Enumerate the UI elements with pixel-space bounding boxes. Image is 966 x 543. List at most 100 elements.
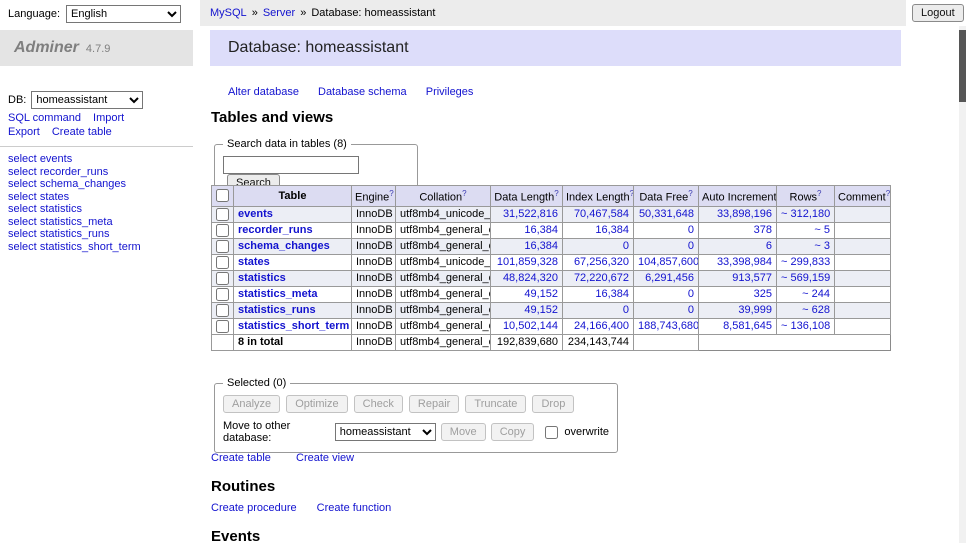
auto-increment-link[interactable]: 378 — [754, 224, 772, 236]
sidebar-select-link[interactable]: select — [8, 203, 37, 215]
adminer-logo-link[interactable]: Adminer — [14, 39, 79, 57]
language-select[interactable]: English — [66, 5, 181, 23]
help-link[interactable]: ? — [688, 189, 692, 198]
create-table-link-sidebar[interactable]: Create table — [52, 126, 112, 138]
sidebar-select-link[interactable]: select — [8, 178, 37, 190]
data-length-link[interactable]: 16,384 — [524, 224, 558, 236]
table-name-link[interactable]: states — [238, 256, 270, 268]
create-table-link[interactable]: Create table — [211, 452, 271, 464]
auto-increment-link[interactable]: 325 — [754, 288, 772, 300]
move-db-select[interactable]: homeassistant — [335, 423, 436, 441]
sidebar-table-link[interactable]: recorder_runs — [40, 166, 108, 178]
table-name-link[interactable]: recorder_runs — [238, 224, 313, 236]
auto-increment-link[interactable]: 33,398,984 — [717, 256, 772, 268]
auto-increment-link[interactable]: 6 — [766, 240, 772, 252]
table-name-link[interactable]: events — [238, 208, 273, 220]
row-checkbox[interactable] — [216, 256, 229, 269]
scrollbar-thumb[interactable] — [959, 30, 966, 102]
index-length-link[interactable]: 0 — [623, 304, 629, 316]
rows-link[interactable]: ~ 244 — [802, 288, 830, 300]
data-length-link[interactable]: 101,859,328 — [497, 256, 558, 268]
database-schema-link[interactable]: Database schema — [318, 86, 407, 98]
rows-link[interactable]: ~ 5 — [814, 224, 830, 236]
data-length-link[interactable]: 49,152 — [524, 288, 558, 300]
table-name-link[interactable]: statistics_meta — [238, 288, 318, 300]
search-input[interactable] — [223, 156, 359, 174]
privileges-link[interactable]: Privileges — [426, 86, 474, 98]
import-link[interactable]: Import — [93, 112, 124, 124]
row-checkbox[interactable] — [216, 288, 229, 301]
sql-command-link[interactable]: SQL command — [8, 112, 81, 124]
help-link[interactable]: ? — [630, 189, 634, 198]
data-length-link[interactable]: 49,152 — [524, 304, 558, 316]
sidebar-table-link[interactable]: events — [40, 153, 72, 165]
sidebar-table-link[interactable]: statistics_runs — [40, 228, 110, 240]
data-free-link[interactable]: 0 — [688, 288, 694, 300]
sidebar-select-link[interactable]: select — [8, 153, 37, 165]
index-length-link[interactable]: 16,384 — [595, 288, 629, 300]
breadcrumb-mysql-link[interactable]: MySQL — [210, 7, 247, 19]
create-view-link[interactable]: Create view — [296, 452, 354, 464]
table-name-link[interactable]: statistics_short_term — [238, 320, 349, 332]
optimize-button[interactable]: Optimize — [286, 395, 347, 413]
data-length-link[interactable]: 10,502,144 — [503, 320, 558, 332]
create-function-link[interactable]: Create function — [317, 502, 392, 514]
repair-button[interactable]: Repair — [409, 395, 459, 413]
truncate-button[interactable]: Truncate — [465, 395, 526, 413]
auto-increment-link[interactable]: 33,898,196 — [717, 208, 772, 220]
check-button[interactable]: Check — [354, 395, 403, 413]
help-link[interactable]: ? — [462, 189, 466, 198]
move-button[interactable]: Move — [441, 423, 486, 441]
row-checkbox[interactable] — [216, 224, 229, 237]
index-length-link[interactable]: 70,467,584 — [574, 208, 629, 220]
rows-link[interactable]: ~ 312,180 — [781, 208, 830, 220]
sidebar-select-link[interactable]: select — [8, 241, 37, 253]
row-checkbox[interactable] — [216, 320, 229, 333]
auto-increment-link[interactable]: 913,577 — [732, 272, 772, 284]
table-name-link[interactable]: schema_changes — [238, 240, 330, 252]
sidebar-table-link[interactable]: states — [40, 191, 69, 203]
sidebar-select-link[interactable]: select — [8, 191, 37, 203]
auto-increment-link[interactable]: 39,999 — [738, 304, 772, 316]
index-length-link[interactable]: 0 — [623, 240, 629, 252]
sidebar-select-link[interactable]: select — [8, 216, 37, 228]
data-length-link[interactable]: 48,824,320 — [503, 272, 558, 284]
rows-link[interactable]: ~ 299,833 — [781, 256, 830, 268]
rows-link[interactable]: ~ 628 — [802, 304, 830, 316]
logout-button[interactable]: Logout — [912, 4, 964, 22]
index-length-link[interactable]: 24,166,400 — [574, 320, 629, 332]
sidebar-select-link[interactable]: select — [8, 228, 37, 240]
row-checkbox[interactable] — [216, 304, 229, 317]
help-link[interactable]: ? — [817, 189, 821, 198]
table-name-link[interactable]: statistics — [238, 272, 286, 284]
db-select[interactable]: homeassistant — [31, 91, 143, 109]
index-length-link[interactable]: 72,220,672 — [574, 272, 629, 284]
auto-increment-link[interactable]: 8,581,645 — [723, 320, 772, 332]
drop-button[interactable]: Drop — [532, 395, 574, 413]
analyze-button[interactable]: Analyze — [223, 395, 280, 413]
alter-database-link[interactable]: Alter database — [228, 86, 299, 98]
export-link[interactable]: Export — [8, 126, 40, 138]
copy-button[interactable]: Copy — [491, 423, 535, 441]
create-procedure-link[interactable]: Create procedure — [211, 502, 297, 514]
data-free-link[interactable]: 50,331,648 — [639, 208, 694, 220]
rows-link[interactable]: ~ 569,159 — [781, 272, 830, 284]
table-name-link[interactable]: statistics_runs — [238, 304, 316, 316]
help-link[interactable]: ? — [554, 189, 558, 198]
sidebar-select-link[interactable]: select — [8, 166, 37, 178]
data-free-link[interactable]: 0 — [688, 224, 694, 236]
data-length-link[interactable]: 16,384 — [524, 240, 558, 252]
sidebar-table-link[interactable]: statistics_short_term — [40, 241, 141, 253]
help-link[interactable]: ? — [389, 189, 393, 198]
row-checkbox[interactable] — [216, 208, 229, 221]
select-all-checkbox[interactable] — [216, 189, 229, 202]
index-length-link[interactable]: 67,256,320 — [574, 256, 629, 268]
row-checkbox[interactable] — [216, 240, 229, 253]
data-free-link[interactable]: 104,857,600 — [638, 256, 699, 268]
data-free-link[interactable]: 188,743,680 — [638, 320, 699, 332]
scrollbar-track[interactable] — [959, 26, 966, 543]
data-free-link[interactable]: 0 — [688, 304, 694, 316]
data-free-link[interactable]: 6,291,456 — [645, 272, 694, 284]
rows-link[interactable]: ~ 3 — [814, 240, 830, 252]
rows-link[interactable]: ~ 136,108 — [781, 320, 830, 332]
